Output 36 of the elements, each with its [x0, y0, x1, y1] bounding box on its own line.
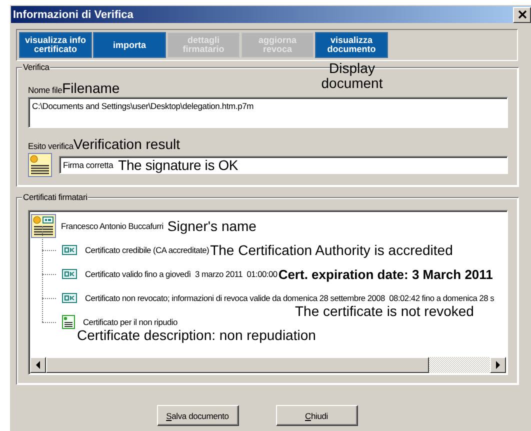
window-title: Informazioni di Verifica: [13, 8, 134, 20]
annotation-text: The certificate is not revoked: [295, 303, 474, 319]
signer-name[interactable]: Francesco Antonio Buccafurri: [61, 221, 164, 231]
dialog-button[interactable]: Chiudi: [276, 405, 358, 426]
annotation-text: Certificate description: non repudiation: [77, 327, 316, 343]
certificate-icon: [31, 214, 57, 238]
right-arrow-icon: [496, 361, 500, 369]
ok-icon: [62, 245, 77, 255]
ok-icon: [62, 269, 77, 279]
tree-item[interactable]: Certificato non revocato; informazioni di revoca valide da domenica 28 settembre 2008 08:02:42 fino a domenica 28 s: [85, 293, 494, 303]
tree-item[interactable]: Certificato per il non ripudio: [83, 317, 178, 327]
group-title: Verifica: [22, 62, 50, 72]
left-arrow-icon: [36, 361, 40, 369]
filename-field[interactable]: C:\Documents and Settings\user\Desktop\delegation.htm.p7m: [28, 97, 508, 128]
tree-item[interactable]: Certificato credibile (CA accreditate): [85, 245, 210, 255]
annotation-text: Filename: [62, 80, 120, 96]
toolbar-tab[interactable]: importa: [93, 32, 166, 58]
field-label: Nome file: [28, 85, 62, 95]
document-icon: [62, 315, 75, 329]
group-title: Certificati firmatari: [22, 192, 88, 202]
horizontal-scrollbar[interactable]: [30, 357, 506, 373]
certificate-icon: [28, 153, 53, 177]
toolbar-tab[interactable]: visualizza info certificato: [19, 32, 92, 58]
annotation-text: Verification result: [73, 136, 180, 152]
close-icon: [518, 10, 526, 19]
annotation-text: The Certification Authority is accredited: [210, 242, 453, 258]
annotation-text: Signer's name: [167, 218, 256, 234]
annotation-text: Display document: [320, 61, 384, 91]
toolbar-tab[interactable]: visualizza documento: [315, 32, 388, 58]
annotation-text: Cert. expiration date: 3 March 2011: [278, 266, 493, 282]
dialog-button[interactable]: Salva documento: [156, 405, 238, 426]
result-field[interactable]: Firma corretta The signature is OK: [59, 156, 508, 174]
close-button[interactable]: [513, 6, 531, 22]
ok-icon: [62, 293, 77, 303]
tree-item[interactable]: Certificato valido fino a giovedì 3 marzo 2011 01:00:00: [85, 269, 278, 279]
field-label: Esito verifica: [28, 141, 74, 151]
